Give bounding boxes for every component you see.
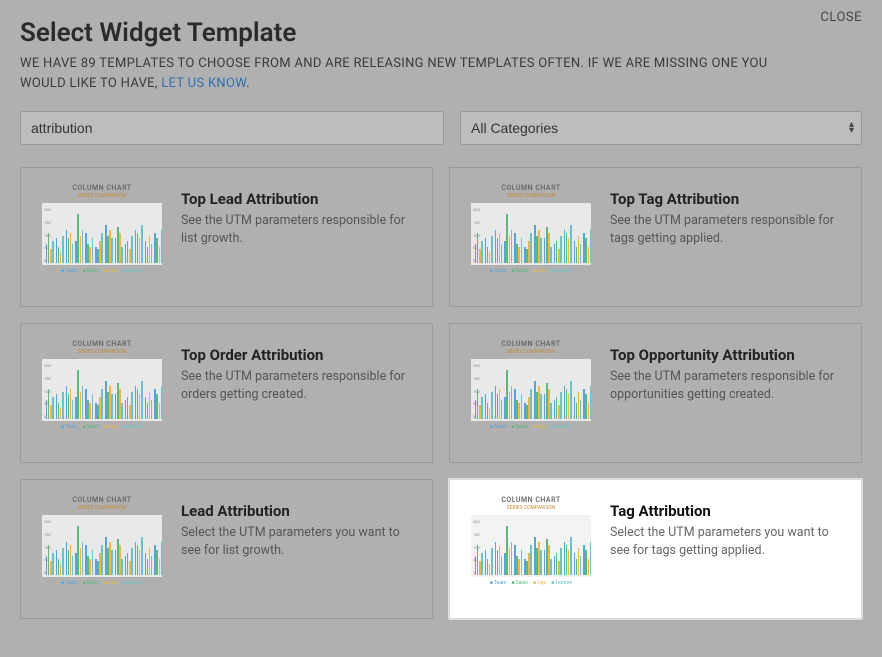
thumb-subtitle: SERIES COMPARISON [78, 193, 127, 199]
column-chart-icon: 200150100500 [471, 203, 591, 265]
template-card-desc: See the UTM parameters responsible for t… [610, 212, 845, 247]
thumb-title: COLUMN CHART [501, 340, 560, 348]
modal-subtitle: WE HAVE 89 TEMPLATES TO CHOOSE FROM AND … [20, 54, 780, 93]
template-card[interactable]: COLUMN CHART SERIES COMPARISON 200150100… [449, 323, 862, 463]
template-card-text: Lead Attribution Select the UTM paramete… [181, 496, 416, 600]
template-card-title: Top Lead Attribution [181, 190, 416, 208]
thumb-subtitle: SERIES COMPARISON [507, 349, 556, 355]
template-card-text: Top Order Attribution See the UTM parame… [181, 340, 416, 444]
template-card[interactable]: COLUMN CHART SERIES COMPARISON 200150100… [20, 167, 433, 307]
template-thumb: COLUMN CHART SERIES COMPARISON 200150100… [37, 340, 167, 444]
template-card-desc: See the UTM parameters responsible for l… [181, 212, 416, 247]
thumb-legend: TeamSalesOppFeature [61, 424, 143, 430]
template-card-text: Top Tag Attribution See the UTM paramete… [610, 184, 845, 288]
template-card-text: Tag Attribution Select the UTM parameter… [610, 496, 845, 600]
template-card-title: Top Opportunity Attribution [610, 346, 845, 364]
template-card-text: Top Opportunity Attribution See the UTM … [610, 340, 845, 444]
template-card[interactable]: COLUMN CHART SERIES COMPARISON 200150100… [20, 479, 433, 619]
close-button[interactable]: CLOSE [820, 10, 862, 25]
thumb-subtitle: SERIES COMPARISON [507, 193, 556, 199]
column-chart-icon: 200150100500 [42, 359, 162, 421]
thumb-legend: TeamSalesOppFeature [61, 268, 143, 274]
template-card[interactable]: COLUMN CHART SERIES COMPARISON 200150100… [449, 479, 862, 619]
template-thumb: COLUMN CHART SERIES COMPARISON 200150100… [466, 496, 596, 600]
thumb-subtitle: SERIES COMPARISON [78, 505, 127, 511]
template-card-desc: Select the UTM parameters you want to se… [610, 524, 845, 559]
template-card-title: Tag Attribution [610, 502, 845, 520]
subtitle-text: WE HAVE 89 TEMPLATES TO CHOOSE FROM AND … [20, 56, 767, 91]
thumb-title: COLUMN CHART [501, 184, 560, 192]
thumb-title: COLUMN CHART [501, 496, 560, 504]
template-card-title: Lead Attribution [181, 502, 416, 520]
widget-template-modal: CLOSE Select Widget Template WE HAVE 89 … [0, 0, 882, 657]
template-card-desc: See the UTM parameters responsible for o… [181, 368, 416, 403]
thumb-legend: TeamSalesOppFeature [490, 268, 572, 274]
template-thumb: COLUMN CHART SERIES COMPARISON 200150100… [37, 184, 167, 288]
template-card-text: Top Lead Attribution See the UTM paramet… [181, 184, 416, 288]
thumb-title: COLUMN CHART [72, 340, 131, 348]
thumb-subtitle: SERIES COMPARISON [507, 505, 556, 511]
subtitle-post: . [246, 76, 250, 91]
column-chart-icon: 200150100500 [471, 515, 591, 577]
thumb-legend: TeamSalesOppFeature [490, 424, 572, 430]
template-grid: COLUMN CHART SERIES COMPARISON 200150100… [20, 167, 862, 619]
column-chart-icon: 200150100500 [471, 359, 591, 421]
template-card[interactable]: COLUMN CHART SERIES COMPARISON 200150100… [20, 323, 433, 463]
let-us-know-link[interactable]: LET US KNOW [161, 76, 246, 91]
thumb-title: COLUMN CHART [72, 184, 131, 192]
template-thumb: COLUMN CHART SERIES COMPARISON 200150100… [466, 184, 596, 288]
column-chart-icon: 200150100500 [42, 515, 162, 577]
category-select-wrap: All Categories ▴▾ [460, 111, 862, 145]
template-card[interactable]: COLUMN CHART SERIES COMPARISON 200150100… [449, 167, 862, 307]
template-card-desc: See the UTM parameters responsible for o… [610, 368, 845, 403]
template-card-title: Top Order Attribution [181, 346, 416, 364]
category-select[interactable]: All Categories [460, 111, 862, 145]
template-thumb: COLUMN CHART SERIES COMPARISON 200150100… [37, 496, 167, 600]
thumb-legend: TeamSalesOppFeature [61, 580, 143, 586]
column-chart-icon: 200150100500 [42, 203, 162, 265]
template-card-desc: Select the UTM parameters you want to se… [181, 524, 416, 559]
template-thumb: COLUMN CHART SERIES COMPARISON 200150100… [466, 340, 596, 444]
thumb-legend: TeamSalesOppFeature [490, 580, 572, 586]
thumb-title: COLUMN CHART [72, 496, 131, 504]
thumb-subtitle: SERIES COMPARISON [78, 349, 127, 355]
filter-row: All Categories ▴▾ [20, 111, 862, 145]
search-input[interactable] [20, 111, 444, 145]
template-card-title: Top Tag Attribution [610, 190, 845, 208]
modal-title: Select Widget Template [20, 18, 862, 48]
